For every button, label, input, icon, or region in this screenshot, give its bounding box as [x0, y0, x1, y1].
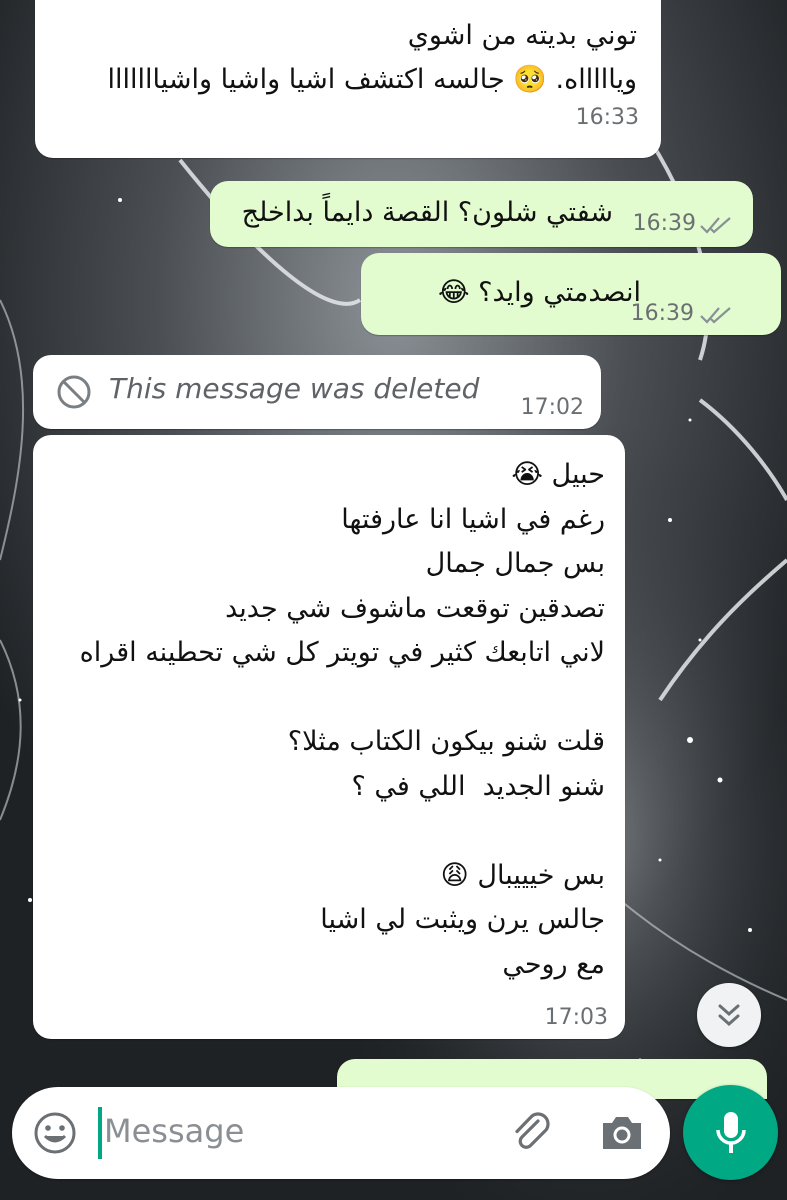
- message-input[interactable]: Message: [104, 1112, 244, 1150]
- message-timestamp: 17:02: [520, 395, 584, 420]
- mic-icon: [716, 1112, 746, 1153]
- blocked-icon: [57, 375, 91, 409]
- message-timestamp: 16:33: [575, 105, 639, 130]
- message-text: انصدمتي وايد؟ 😂: [438, 277, 641, 308]
- message-timestamp: 17:03: [544, 1005, 608, 1030]
- message-text: حبيل 😭 رغم في اشيا انا عارفتها بس جمال ج…: [79, 459, 605, 980]
- message-timestamp: 16:39: [630, 301, 694, 326]
- message-bubble-incoming[interactable]: توني بديته من اشوي وياااااه. 🥺 جالسه اكت…: [35, 0, 661, 158]
- voice-message-button[interactable]: [683, 1085, 778, 1180]
- message-bubble-outgoing[interactable]: شفتي شلون؟ القصة دايماً بداخلج 16:39: [210, 181, 753, 247]
- message-text: شفتي شلون؟ القصة دايماً بداخلج: [241, 197, 613, 228]
- deleted-message-text: This message was deleted: [109, 372, 480, 405]
- message-input-caret: [98, 1107, 102, 1159]
- message-bubble-outgoing[interactable]: انصدمتي وايد؟ 😂 16:39: [361, 253, 781, 335]
- chevron-double-down-icon: [718, 1004, 740, 1027]
- emoji-icon[interactable]: [32, 1110, 78, 1156]
- message-text: توني بديته من اشوي وياااااه. 🥺 جالسه اكت…: [107, 20, 637, 95]
- double-check-icon: [700, 307, 731, 324]
- double-check-icon: [700, 217, 731, 234]
- camera-icon[interactable]: [599, 1112, 645, 1154]
- deleted-message-bubble[interactable]: This message was deleted 17:02: [33, 355, 601, 429]
- message-bubble-incoming[interactable]: حبيل 😭 رغم في اشيا انا عارفتها بس جمال ج…: [33, 435, 625, 1039]
- scroll-to-bottom-button[interactable]: [697, 983, 761, 1047]
- message-timestamp: 16:39: [632, 211, 696, 236]
- message-composer[interactable]: Message: [12, 1087, 670, 1179]
- paperclip-icon[interactable]: [508, 1109, 556, 1157]
